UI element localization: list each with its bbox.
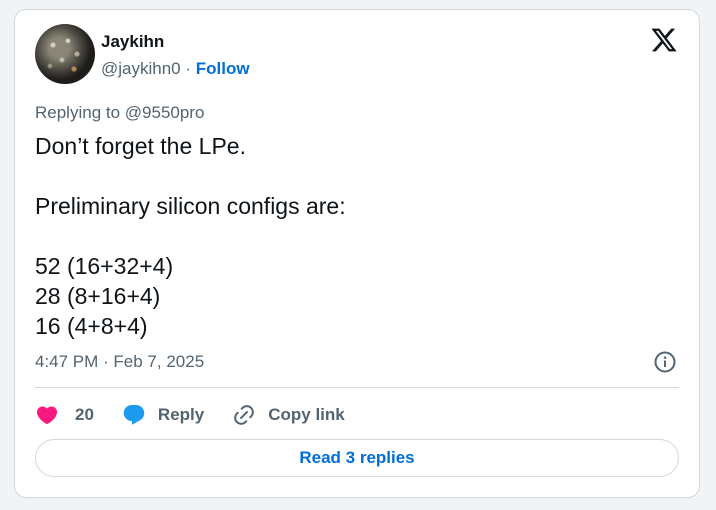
tweet-card: Jaykihn @jaykihn0 · Follow Replying to @… — [14, 9, 700, 498]
reply-label: Reply — [157, 405, 205, 424]
copy-link-label: Copy link — [268, 405, 345, 424]
replying-to: Replying to @9550pro — [35, 103, 205, 122]
speech-bubble-icon — [123, 405, 145, 425]
like-count: 20 — [75, 405, 94, 424]
x-logo-icon[interactable] — [649, 26, 679, 54]
like-button[interactable]: 20 — [35, 403, 94, 427]
reply-button[interactable]: Reply — [122, 403, 204, 427]
author-name[interactable]: Jaykihn — [101, 32, 164, 52]
tweet-text: Don’t forget the LPe. Preliminary silico… — [35, 133, 346, 339]
author-meta: @jaykihn0 · Follow — [101, 59, 250, 79]
meta-separator: · — [185, 59, 192, 78]
author-handle[interactable]: @jaykihn0 — [101, 59, 181, 78]
avatar[interactable] — [35, 24, 95, 84]
copy-link-button[interactable]: Copy link — [232, 403, 345, 427]
info-icon[interactable] — [653, 350, 677, 374]
heart-icon — [36, 406, 58, 425]
read-replies-button[interactable]: Read 3 replies — [35, 439, 679, 477]
follow-button[interactable]: Follow — [196, 59, 250, 78]
action-bar: 20 Reply Copy link — [35, 400, 345, 430]
timestamp[interactable]: 4:47 PM · Feb 7, 2025 — [35, 352, 204, 372]
link-icon — [234, 405, 255, 425]
divider — [35, 387, 679, 388]
